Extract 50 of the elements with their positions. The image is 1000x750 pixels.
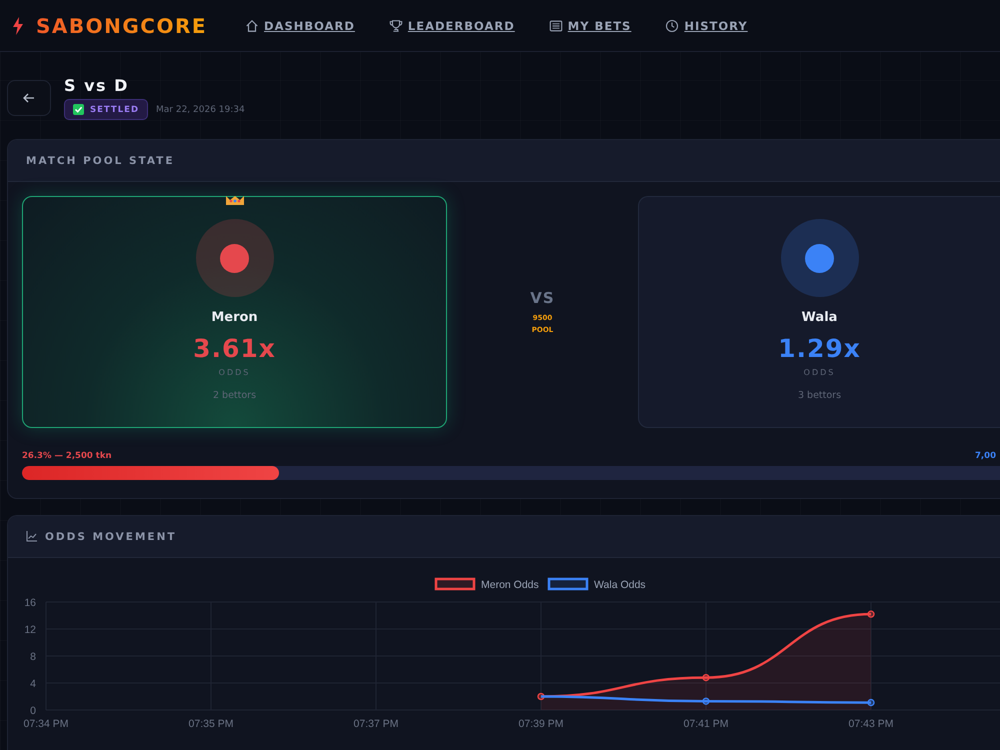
odds-label: ODDS: [804, 368, 836, 377]
data-point: [702, 698, 710, 705]
axis-label: 4: [30, 678, 36, 690]
odds-value: 3.61x: [193, 334, 276, 363]
data-point: [702, 674, 710, 682]
data-point: [867, 698, 875, 706]
bettor-count: 3 bettors: [798, 390, 842, 401]
vs-label: VS: [530, 289, 555, 307]
bettor-count: 2 bettors: [212, 390, 256, 401]
axis-label: 07:39 PM: [518, 718, 564, 730]
arrow-left-icon: [23, 93, 35, 103]
home-icon: [245, 18, 260, 32]
legend-item[interactable]: Meron Odds: [434, 578, 539, 591]
axis-label: 12: [24, 624, 36, 636]
match-title: S vs D: [64, 76, 130, 95]
match-date: Mar 22, 2026 19:34: [156, 104, 245, 114]
status-badge: SETTLED: [64, 99, 148, 120]
nav-link[interactable]: MY BETS: [548, 18, 632, 32]
section-title: ODDS MOVEMENT: [45, 530, 177, 542]
nav-link[interactable]: DASHBOARD: [245, 18, 355, 32]
section-title: MATCH POOL STATE: [26, 154, 175, 166]
share-label: 26.3% — 2,500 tkn: [22, 451, 112, 461]
axis-label: 0: [30, 705, 36, 717]
axis-label: 07:34 PM: [24, 718, 68, 730]
fighter-name: Wala: [802, 310, 838, 325]
axis-label: 16: [24, 597, 36, 609]
list-icon: [548, 18, 563, 32]
lightning-icon: [12, 16, 24, 34]
checkmark-icon: [73, 104, 84, 115]
data-point: [537, 692, 545, 700]
legend-label: Meron Odds: [481, 579, 539, 591]
axis-label: 8: [30, 651, 36, 663]
clock-icon: [665, 18, 680, 32]
nav-link[interactable]: LEADERBOARD: [388, 18, 515, 32]
odds-value: 1.29x: [778, 334, 861, 363]
fighter-name: Meron: [211, 310, 258, 325]
line-chart-icon: [26, 531, 37, 542]
odds-label: ODDS: [218, 368, 250, 377]
trophy-icon: [388, 18, 403, 32]
axis-label: 07:37 PM: [354, 718, 398, 730]
share-label: 7,00: [975, 451, 996, 461]
data-point: [867, 610, 875, 618]
crown-icon: [224, 196, 244, 205]
legend-label: Wala Odds: [594, 579, 646, 591]
axis-label: 07:35 PM: [188, 718, 234, 730]
legend-item[interactable]: Wala Odds: [548, 578, 646, 591]
back-button[interactable]: [7, 80, 51, 116]
axis-label: 07:41 PM: [684, 718, 728, 730]
nav-link[interactable]: HISTORY: [665, 18, 748, 32]
axis-label: 07:43 PM: [848, 718, 894, 730]
